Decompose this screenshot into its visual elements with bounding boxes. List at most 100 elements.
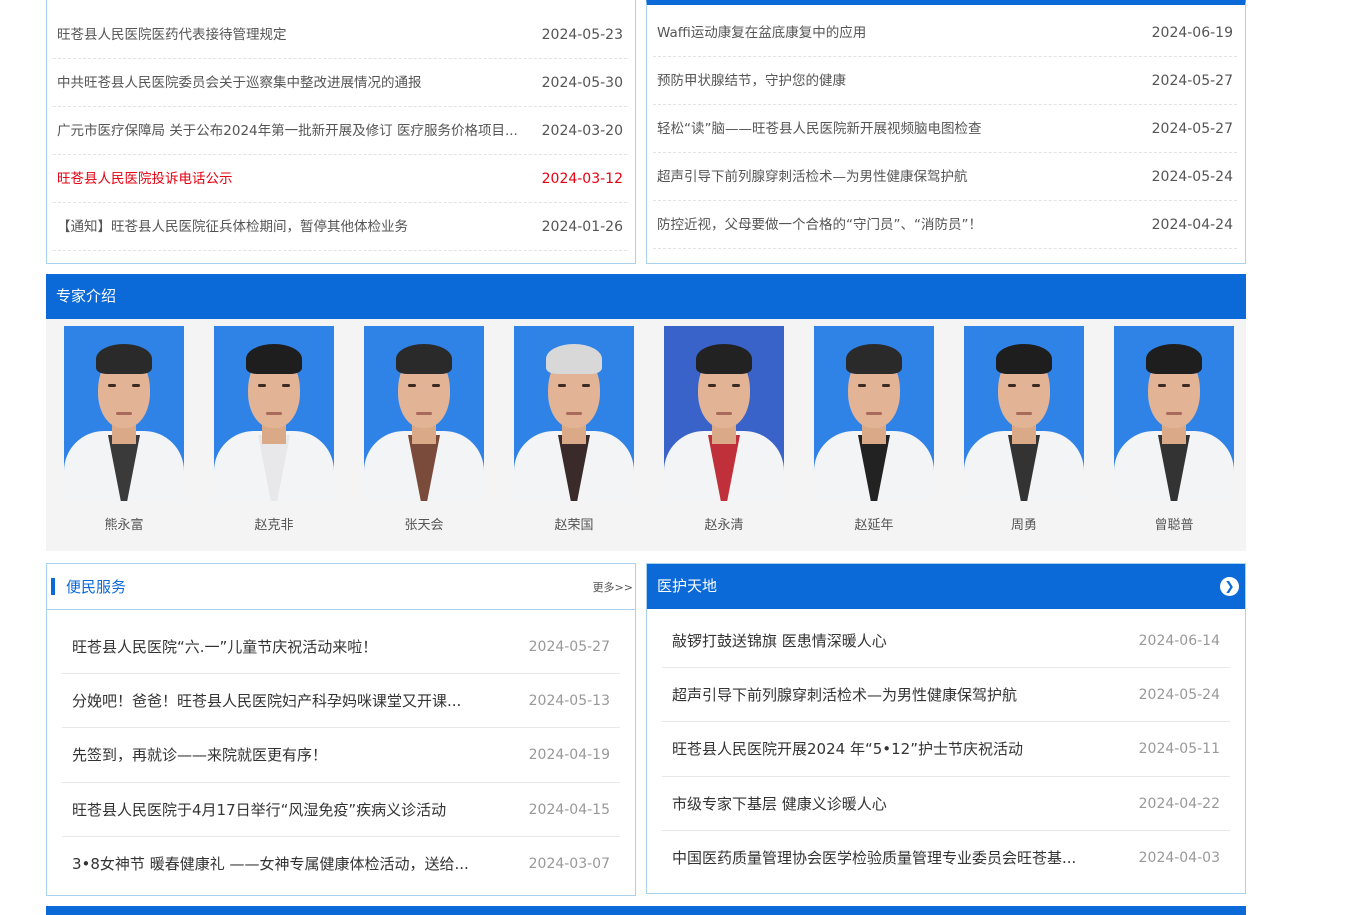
- list-item[interactable]: 分娩吧！爸爸！旺苍县人民医院妇产科孕妈咪课堂又开课... 2024-05-13: [62, 674, 620, 729]
- service-title-link[interactable]: 分娩吧！爸爸！旺苍县人民医院妇产科孕妈咪课堂又开课...: [72, 674, 492, 728]
- notice-date: 2024-05-30: [541, 75, 623, 91]
- service-title-link[interactable]: 先签到，再就诊——来院就医更有序！: [72, 728, 492, 782]
- notice-panel: 旺苍县人民医院医药代表接待管理规定 2024-05-23 中共旺苍县人民医院委员会…: [46, 0, 636, 264]
- service-date: 2024-03-07: [528, 855, 610, 872]
- notice-title[interactable]: 旺苍县人民医院医药代表接待管理规定: [57, 11, 527, 59]
- expert-photo[interactable]: [214, 326, 334, 501]
- health-title[interactable]: 预防甲状腺结节，守护您的健康: [657, 57, 1137, 105]
- care-date: 2024-04-03: [1138, 849, 1220, 866]
- care-header: 医护天地 ❯: [647, 564, 1245, 609]
- expert-name[interactable]: 赵荣国: [514, 514, 634, 533]
- list-item[interactable]: 预防甲状腺结节，守护您的健康 2024-05-27: [653, 57, 1237, 105]
- care-panel: 医护天地 ❯ 敲锣打鼓送锦旗 医患情深暖人心 2024-06-14 超声引导下前列…: [646, 563, 1246, 894]
- expert-card[interactable]: 赵克非: [214, 326, 334, 533]
- list-item[interactable]: 超声引导下前列腺穿刺活检术—为男性健康保驾护航 2024-05-24: [653, 153, 1237, 201]
- list-item[interactable]: 广元市医疗保障局 关于公布2024年第一批新开展及修订 医疗服务价格项目... 2…: [53, 107, 627, 155]
- notice-title[interactable]: 中共旺苍县人民医院委员会关于巡察集中整改进展情况的通报: [57, 59, 527, 107]
- service-title: 便民服务: [66, 578, 127, 596]
- expert-photo[interactable]: [664, 326, 784, 501]
- service-date: 2024-04-15: [528, 801, 610, 818]
- expert-photo[interactable]: [364, 326, 484, 501]
- notice-title[interactable]: 【通知】旺苍县人民医院征兵体检期间，暂停其他体检业务: [57, 203, 527, 251]
- care-title-link[interactable]: 超声引导下前列腺穿刺活检术—为男性健康保驾护航: [672, 668, 1104, 722]
- expert-name[interactable]: 赵克非: [214, 514, 334, 533]
- expert-photo[interactable]: [1114, 326, 1234, 501]
- service-date: 2024-05-27: [528, 639, 610, 655]
- expert-photo[interactable]: [64, 326, 184, 501]
- expert-name[interactable]: 周勇: [964, 514, 1084, 533]
- service-title-link[interactable]: 3•8女神节 暖春健康礼 ——女神专属健康体检活动，送给...: [72, 837, 492, 891]
- service-header: 便民服务 更多>>: [47, 564, 635, 610]
- title-marker: [51, 578, 55, 595]
- expert-name[interactable]: 曾聪普: [1114, 514, 1234, 533]
- expert-card[interactable]: 赵延年: [814, 326, 934, 533]
- care-list: 敲锣打鼓送锦旗 医患情深暖人心 2024-06-14 超声引导下前列腺穿刺活检术—…: [662, 614, 1230, 885]
- care-title-link[interactable]: 市级专家下基层 健康义诊暖人心: [672, 777, 1104, 831]
- health-date: 2024-05-27: [1151, 73, 1233, 89]
- list-item[interactable]: Waffi运动康复在盆底康复中的应用 2024-06-19: [653, 9, 1237, 57]
- notice-title[interactable]: 旺苍县人民医院投诉电话公示: [57, 155, 527, 203]
- care-title: 医护天地: [657, 577, 718, 595]
- expert-name[interactable]: 张天会: [364, 514, 484, 533]
- health-title[interactable]: 超声引导下前列腺穿刺活检术—为男性健康保驾护航: [657, 153, 1137, 201]
- care-title-link[interactable]: 旺苍县人民医院开展2024 年“5•12”护士节庆祝活动: [672, 722, 1104, 776]
- expert-card[interactable]: 周勇: [964, 326, 1084, 533]
- service-title-link[interactable]: 旺苍县人民医院于4月17日举行“风湿免疫”疾病义诊活动: [72, 783, 492, 837]
- care-title-link[interactable]: 敲锣打鼓送锦旗 医患情深暖人心: [672, 614, 1104, 668]
- list-item[interactable]: 轻松“读”脑——旺苍县人民医院新开展视频脑电图检查 2024-05-27: [653, 105, 1237, 153]
- health-date: 2024-05-27: [1151, 121, 1233, 137]
- health-title[interactable]: 防控近视，父母要做一个合格的“守门员”、“消防员”！: [657, 201, 1137, 249]
- expert-card[interactable]: 赵永清: [664, 326, 784, 533]
- care-date: 2024-05-11: [1138, 741, 1220, 758]
- care-date: 2024-06-14: [1138, 633, 1220, 649]
- health-date: 2024-04-24: [1151, 217, 1233, 233]
- list-item[interactable]: 旺苍县人民医院于4月17日举行“风湿免疫”疾病义诊活动 2024-04-15: [62, 783, 620, 837]
- expert-name[interactable]: 赵永清: [664, 514, 784, 533]
- expert-name[interactable]: 赵延年: [814, 514, 934, 533]
- notice-date: 2024-01-26: [541, 219, 623, 235]
- experts-header: 专家介绍: [46, 274, 1246, 319]
- list-item[interactable]: 防控近视，父母要做一个合格的“守门员”、“消防员”！ 2024-04-24: [653, 201, 1237, 249]
- expert-photo[interactable]: [514, 326, 634, 501]
- notice-date: 2024-03-20: [541, 123, 623, 139]
- list-item[interactable]: 先签到，再就诊——来院就医更有序！ 2024-04-19: [62, 728, 620, 783]
- care-title-link[interactable]: 中国医药质量管理协会医学检验质量管理专业委员会旺苍基...: [672, 831, 1104, 885]
- list-item[interactable]: 旺苍县人民医院“六.一”儿童节庆祝活动来啦！ 2024-05-27: [62, 620, 620, 675]
- service-panel: 便民服务 更多>> 旺苍县人民医院“六.一”儿童节庆祝活动来啦！ 2024-05-…: [46, 563, 636, 896]
- notice-title[interactable]: 广元市医疗保障局 关于公布2024年第一批新开展及修订 医疗服务价格项目...: [57, 107, 527, 155]
- arrow-right-icon[interactable]: ❯: [1220, 577, 1239, 596]
- list-item[interactable]: 中共旺苍县人民医院委员会关于巡察集中整改进展情况的通报 2024-05-30: [53, 59, 627, 107]
- list-item[interactable]: 旺苍县人民医院投诉电话公示 2024-03-12: [53, 155, 627, 203]
- expert-name[interactable]: 熊永富: [64, 514, 184, 533]
- list-item[interactable]: 【通知】旺苍县人民医院征兵体检期间，暂停其他体检业务 2024-01-26: [53, 203, 627, 251]
- health-title[interactable]: Waffi运动康复在盆底康复中的应用: [657, 9, 1137, 57]
- expert-card[interactable]: 熊永富: [64, 326, 184, 533]
- notice-date: 2024-03-12: [541, 171, 623, 187]
- list-item[interactable]: 旺苍县人民医院开展2024 年“5•12”护士节庆祝活动 2024-05-11: [662, 722, 1230, 777]
- experts-title: 专家介绍: [56, 287, 117, 305]
- list-item[interactable]: 敲锣打鼓送锦旗 医患情深暖人心 2024-06-14: [662, 614, 1230, 669]
- expert-card[interactable]: 张天会: [364, 326, 484, 533]
- health-title[interactable]: 轻松“读”脑——旺苍县人民医院新开展视频脑电图检查: [657, 105, 1137, 153]
- notice-date: 2024-05-23: [541, 27, 623, 43]
- service-title-link[interactable]: 旺苍县人民医院“六.一”儿童节庆祝活动来啦！: [72, 620, 492, 674]
- care-date: 2024-05-24: [1138, 687, 1220, 704]
- service-list: 旺苍县人民医院“六.一”儿童节庆祝活动来啦！ 2024-05-27 分娩吧！爸爸！…: [62, 620, 620, 891]
- expert-photo[interactable]: [814, 326, 934, 501]
- list-item[interactable]: 市级专家下基层 健康义诊暖人心 2024-04-22: [662, 777, 1230, 831]
- list-item[interactable]: 3•8女神节 暖春健康礼 ——女神专属健康体检活动，送给... 2024-03-0…: [62, 837, 620, 891]
- more-link[interactable]: 更多>>: [593, 564, 633, 612]
- list-item[interactable]: 中国医药质量管理协会医学检验质量管理专业委员会旺苍基... 2024-04-03: [662, 831, 1230, 885]
- care-date: 2024-04-22: [1138, 795, 1220, 812]
- list-item[interactable]: 旺苍县人民医院医药代表接待管理规定 2024-05-23: [53, 11, 627, 59]
- service-date: 2024-04-19: [528, 747, 610, 764]
- health-date: 2024-06-19: [1151, 25, 1233, 41]
- expert-card[interactable]: 曾聪普: [1114, 326, 1234, 533]
- expert-photo[interactable]: [964, 326, 1084, 501]
- list-item[interactable]: 超声引导下前列腺穿刺活检术—为男性健康保驾护航 2024-05-24: [662, 668, 1230, 723]
- expert-card[interactable]: 赵荣国: [514, 326, 634, 533]
- service-date: 2024-05-13: [528, 693, 610, 710]
- health-list: Waffi运动康复在盆底康复中的应用 2024-06-19 预防甲状腺结节，守护您…: [653, 9, 1237, 249]
- next-section-bar: [46, 906, 1246, 915]
- health-panel: Waffi运动康复在盆底康复中的应用 2024-06-19 预防甲状腺结节，守护您…: [646, 0, 1246, 264]
